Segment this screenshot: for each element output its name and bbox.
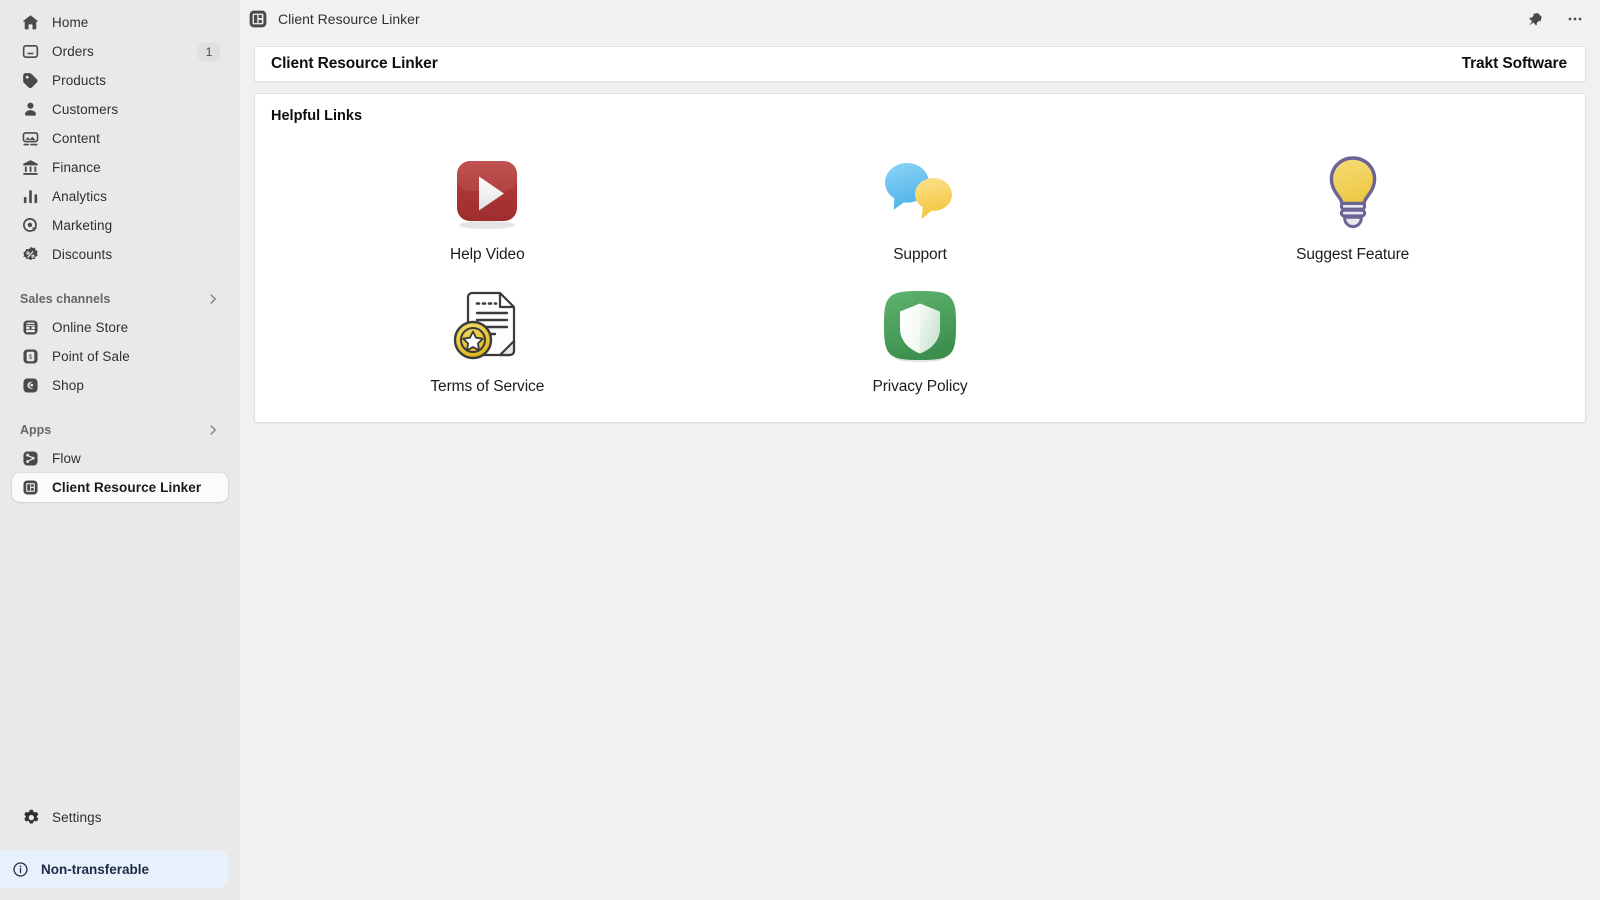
analytics-bars-icon (20, 187, 40, 207)
topbar: Client Resource Linker (240, 0, 1600, 38)
app-name: Client Resource Linker (271, 55, 438, 72)
sidebar-item-online-store[interactable]: Online Store (12, 313, 228, 342)
sidebar-item-label: Client Resource Linker (52, 480, 202, 495)
shield-icon (880, 280, 960, 372)
product-tag-icon (20, 71, 40, 91)
sidebar-item-point-of-sale[interactable]: $ Point of Sale (12, 342, 228, 371)
sidebar-section-apps[interactable]: Apps (12, 416, 228, 444)
svg-text:$: $ (28, 354, 32, 361)
link-tile-help-video[interactable]: Help Video (271, 148, 704, 264)
content-area: Client Resource Linker Trakt Software He… (240, 38, 1600, 423)
online-store-icon (20, 318, 40, 338)
helpful-links-card: Helpful Links Help Video Support Suggest… (254, 93, 1586, 423)
app-root: Home Orders 1 Products Customers Content… (0, 0, 1600, 900)
app-title-card: Client Resource Linker Trakt Software (254, 46, 1586, 82)
sidebar-item-shop[interactable]: Shop (12, 371, 228, 400)
marketing-target-icon (20, 216, 40, 236)
home-icon (20, 13, 40, 33)
client-resource-linker-icon (20, 478, 40, 498)
discount-percent-icon (20, 245, 40, 265)
shop-icon (20, 376, 40, 396)
sidebar-primary-nav: Home Orders 1 Products Customers Content… (0, 0, 240, 269)
pin-icon[interactable] (1524, 8, 1546, 30)
app-grid-icon (248, 9, 268, 29)
sidebar-item-label: Orders (52, 44, 94, 59)
sidebar-item-label: Home (52, 15, 89, 30)
sidebar-item-client-resource-linker[interactable]: Client Resource Linker (12, 473, 228, 502)
flow-icon (20, 449, 40, 469)
sidebar-item-content[interactable]: Content (12, 124, 228, 153)
sidebar-item-products[interactable]: Products (12, 66, 228, 95)
section-title: Sales channels (20, 292, 111, 306)
topbar-title: Client Resource Linker (278, 11, 420, 27)
link-label: Privacy Policy (872, 378, 968, 395)
orders-inbox-icon (20, 42, 40, 62)
sidebar-item-label: Marketing (52, 218, 113, 233)
sidebar-apps-list: Flow Client Resource Linker (0, 444, 240, 502)
speech-bubbles-icon (877, 148, 963, 240)
more-options-icon[interactable] (1564, 8, 1586, 30)
sidebar-item-analytics[interactable]: Analytics (12, 182, 228, 211)
gear-icon (20, 808, 40, 828)
sidebar-item-label: Analytics (52, 189, 107, 204)
sidebar-item-label: Settings (52, 810, 102, 825)
lightbulb-icon (1320, 148, 1386, 240)
sidebar-item-orders[interactable]: Orders 1 (12, 37, 228, 66)
finance-bank-icon (20, 158, 40, 178)
link-label: Help Video (450, 246, 525, 263)
helpful-links-grid: Help Video Support Suggest Feature Terms… (271, 134, 1569, 396)
sidebar: Home Orders 1 Products Customers Content… (0, 0, 240, 900)
sidebar-section-sales-channels[interactable]: Sales channels (12, 285, 228, 313)
link-label: Support (893, 246, 947, 263)
sidebar-item-label: Discounts (52, 247, 113, 262)
link-tile-privacy-policy[interactable]: Privacy Policy (704, 280, 1137, 396)
sidebar-item-home[interactable]: Home (12, 8, 228, 37)
sidebar-item-flow[interactable]: Flow (12, 444, 228, 473)
non-transferable-banner[interactable]: Non-transferable (0, 850, 228, 888)
sidebar-item-label: Flow (52, 451, 81, 466)
non-transferable-label: Non-transferable (41, 861, 150, 877)
helpful-links-heading: Helpful Links (271, 108, 363, 124)
info-circle-icon (12, 861, 29, 878)
sidebar-item-discounts[interactable]: Discounts (12, 240, 228, 269)
sidebar-item-finance[interactable]: Finance (12, 153, 228, 182)
document-seal-icon (446, 280, 528, 372)
vendor-name: Trakt Software (1461, 55, 1568, 72)
section-title: Apps (20, 423, 52, 437)
sidebar-item-settings[interactable]: Settings (12, 803, 228, 832)
content-media-icon (20, 129, 40, 149)
customer-person-icon (20, 100, 40, 120)
link-tile-support[interactable]: Support (704, 148, 1137, 264)
orders-count-badge: 1 (198, 41, 220, 62)
sidebar-item-label: Finance (52, 160, 101, 175)
chevron-right-icon[interactable] (206, 292, 220, 306)
point-of-sale-icon: $ (20, 347, 40, 367)
sidebar-item-label: Shop (52, 378, 84, 393)
sidebar-item-customers[interactable]: Customers (12, 95, 228, 124)
play-video-icon (448, 148, 526, 240)
sidebar-item-label: Point of Sale (52, 349, 130, 364)
topbar-actions (1524, 8, 1586, 30)
sidebar-item-label: Content (52, 131, 100, 146)
chevron-right-icon[interactable] (206, 423, 220, 437)
link-tile-terms-of-service[interactable]: Terms of Service (271, 280, 704, 396)
sidebar-item-marketing[interactable]: Marketing (12, 211, 228, 240)
sidebar-item-label: Customers (52, 102, 119, 117)
link-label: Terms of Service (430, 378, 545, 395)
main-area: Client Resource Linker Client Resource L… (240, 0, 1600, 900)
link-tile-suggest-feature[interactable]: Suggest Feature (1136, 148, 1569, 264)
sidebar-sales-channel-list: Online Store $ Point of Sale Shop (0, 313, 240, 400)
link-label: Suggest Feature (1296, 246, 1410, 263)
sidebar-item-label: Online Store (52, 320, 129, 335)
sidebar-item-label: Products (52, 73, 107, 88)
